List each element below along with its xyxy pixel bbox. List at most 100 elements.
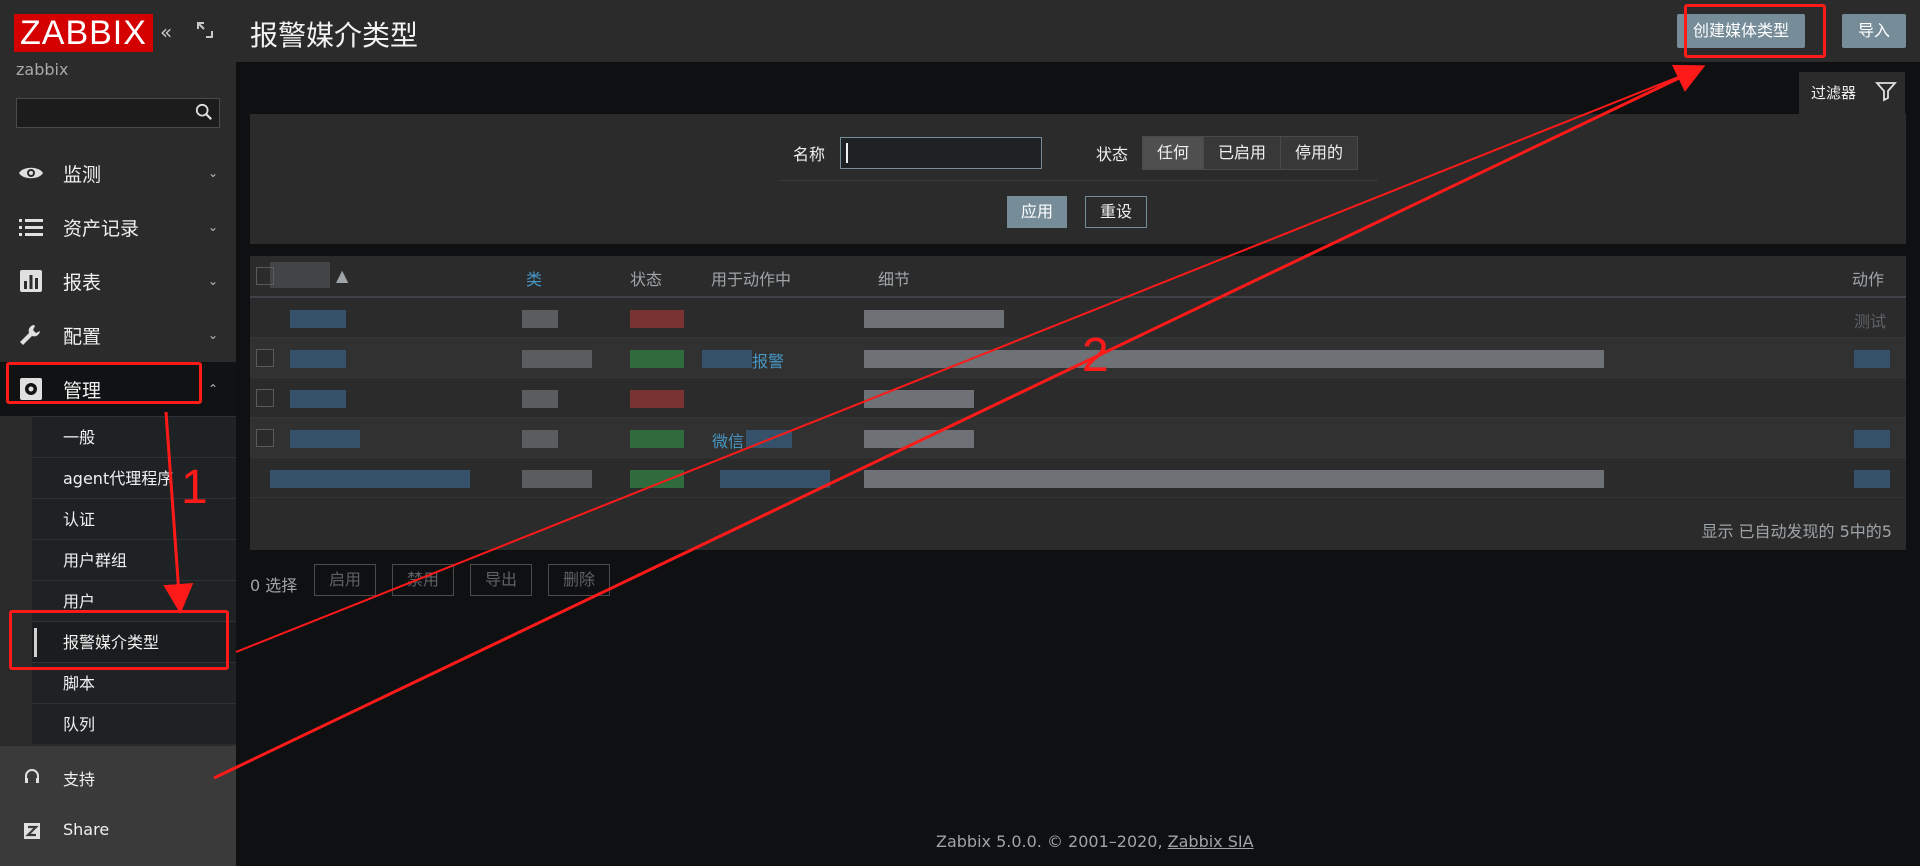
blurred-status: [630, 390, 684, 408]
filter-status-label: 状态: [1096, 145, 1129, 164]
blurred-name: [290, 390, 346, 408]
blurred-details: [864, 310, 1004, 328]
list-icon: [19, 219, 43, 236]
blurred-used-in: [746, 430, 792, 448]
blurred-type: [522, 430, 558, 448]
row-checkbox[interactable]: [256, 389, 274, 407]
table-row: [250, 458, 1906, 498]
blurred-name: [270, 470, 470, 488]
blurred-type: [522, 350, 592, 368]
test-link[interactable]: 测试: [1854, 308, 1886, 332]
chevron-down-icon: ⌄: [207, 274, 218, 288]
annotation-box-create-button: [1684, 4, 1826, 58]
zabbix-sia-link[interactable]: Zabbix SIA: [1168, 832, 1254, 851]
media-types-table: ▲ 类 状态 用于动作中 细节 动作 测试 报警 微信 显示 已自动发现的 5中…: [250, 256, 1906, 550]
blurred-type: [522, 390, 558, 408]
zabbix-logo[interactable]: ZABBIX: [14, 14, 153, 52]
search-icon[interactable]: [195, 103, 213, 121]
filter-panel: 名称 状态 任何 已启用 停用的 应用 重设: [250, 114, 1906, 244]
reset-button[interactable]: 重设: [1085, 196, 1148, 228]
delete-button[interactable]: 删除: [548, 564, 611, 596]
export-button[interactable]: 导出: [470, 564, 533, 596]
kiosk-mode-icon[interactable]: [196, 20, 214, 44]
menu-reports[interactable]: 报表 ⌄: [0, 254, 236, 308]
annotation-box-admin: [6, 362, 202, 404]
table-paging-info: 显示 已自动发现的 5中的5: [1701, 522, 1892, 541]
blurred-details: [864, 350, 1604, 368]
blurred-action: [1854, 350, 1890, 368]
submenu-item-user-groups[interactable]: 用户群组: [32, 539, 236, 580]
text-caret: [846, 143, 848, 163]
status-option-any[interactable]: 任何: [1143, 137, 1205, 169]
row-checkbox[interactable]: [256, 349, 274, 367]
blurred-type: [522, 470, 592, 488]
disable-button[interactable]: 禁用: [392, 564, 455, 596]
filter-status-segment: 任何 已启用 停用的: [1142, 136, 1359, 170]
chevron-down-icon: ⌄: [207, 328, 218, 342]
column-type[interactable]: 类: [526, 266, 542, 290]
status-option-enabled[interactable]: 已启用: [1204, 137, 1282, 169]
column-details: 细节: [878, 270, 911, 289]
row-checkbox[interactable]: [256, 429, 274, 447]
bar-chart-icon: [20, 270, 42, 292]
table-row: 报警: [250, 338, 1906, 378]
annotation-box-media-types: [9, 610, 229, 670]
search-input[interactable]: [16, 98, 220, 128]
blurred-details: [864, 470, 1604, 488]
menu-monitoring[interactable]: 监测 ⌄: [0, 146, 236, 200]
eye-icon: [19, 167, 43, 179]
used-in-action-link[interactable]: 微信: [712, 428, 744, 452]
blurred-status: [630, 350, 684, 368]
used-in-action-link[interactable]: 报警: [752, 348, 784, 372]
page-footer: Zabbix 5.0.0. © 2001–2020, Zabbix SIA: [936, 832, 1254, 851]
blurred-action: [1854, 430, 1890, 448]
blurred-name: [290, 350, 346, 368]
blurred-name-header: [270, 262, 330, 288]
menu-monitoring-label: 监测: [63, 163, 102, 186]
table-row: 微信: [250, 418, 1906, 458]
share-z-icon: [24, 823, 40, 839]
blurred-status: [630, 430, 684, 448]
footer-text: Zabbix 5.0.0. © 2001–2020,: [936, 832, 1168, 851]
column-action: 动作: [1852, 270, 1885, 289]
chevron-up-icon: ⌃: [207, 382, 218, 396]
blurred-details: [864, 430, 974, 448]
sidebar: ZABBIX « zabbix 监测 ⌄ 资产记录 ⌄ 报表 ⌄ 配置 ⌄ 管理…: [0, 0, 236, 866]
menu-inventory[interactable]: 资产记录 ⌄: [0, 200, 236, 254]
blurred-used-in: [720, 470, 830, 488]
table-row: 测试: [250, 298, 1906, 338]
menu-configuration-label: 配置: [63, 325, 102, 348]
collapse-sidebar-icon[interactable]: «: [160, 20, 172, 44]
sidebar-bottom: 支持 Share: [0, 746, 236, 866]
support-link[interactable]: 支持: [0, 750, 236, 804]
filter-name-label: 名称: [793, 145, 826, 164]
server-name: zabbix: [16, 60, 69, 79]
share-link[interactable]: Share: [0, 804, 236, 858]
apply-button[interactable]: 应用: [1007, 196, 1068, 228]
page-title: 报警媒介类型: [250, 19, 419, 52]
filter-name-input[interactable]: [840, 137, 1042, 169]
table-row: [250, 378, 1906, 418]
annotation-step-2: 2: [1082, 329, 1109, 382]
blurred-name: [290, 310, 346, 328]
annotation-step-1: 1: [181, 461, 208, 514]
page-header: 报警媒介类型 创建媒体类型 导入: [236, 0, 1920, 62]
sort-asc-icon[interactable]: ▲: [336, 266, 348, 285]
menu-inventory-label: 资产记录: [63, 217, 140, 240]
status-option-disabled[interactable]: 停用的: [1281, 137, 1358, 169]
selected-count: 0 选择: [250, 576, 298, 595]
menu-configuration[interactable]: 配置 ⌄: [0, 308, 236, 362]
filter-tab[interactable]: 过滤器: [1799, 72, 1905, 114]
filter-divider: [780, 180, 1378, 181]
wrench-icon: [20, 325, 40, 345]
enable-button[interactable]: 启用: [314, 564, 377, 596]
share-label: Share: [63, 820, 110, 839]
blurred-status: [630, 310, 684, 328]
submenu-item-queue[interactable]: 队列: [32, 703, 236, 744]
blurred-used-in: [702, 350, 752, 368]
import-button[interactable]: 导入: [1841, 14, 1906, 48]
chevron-down-icon: ⌄: [207, 220, 218, 234]
support-label: 支持: [63, 770, 96, 789]
submenu-item-general[interactable]: 一般: [32, 416, 236, 457]
blurred-type: [522, 310, 558, 328]
